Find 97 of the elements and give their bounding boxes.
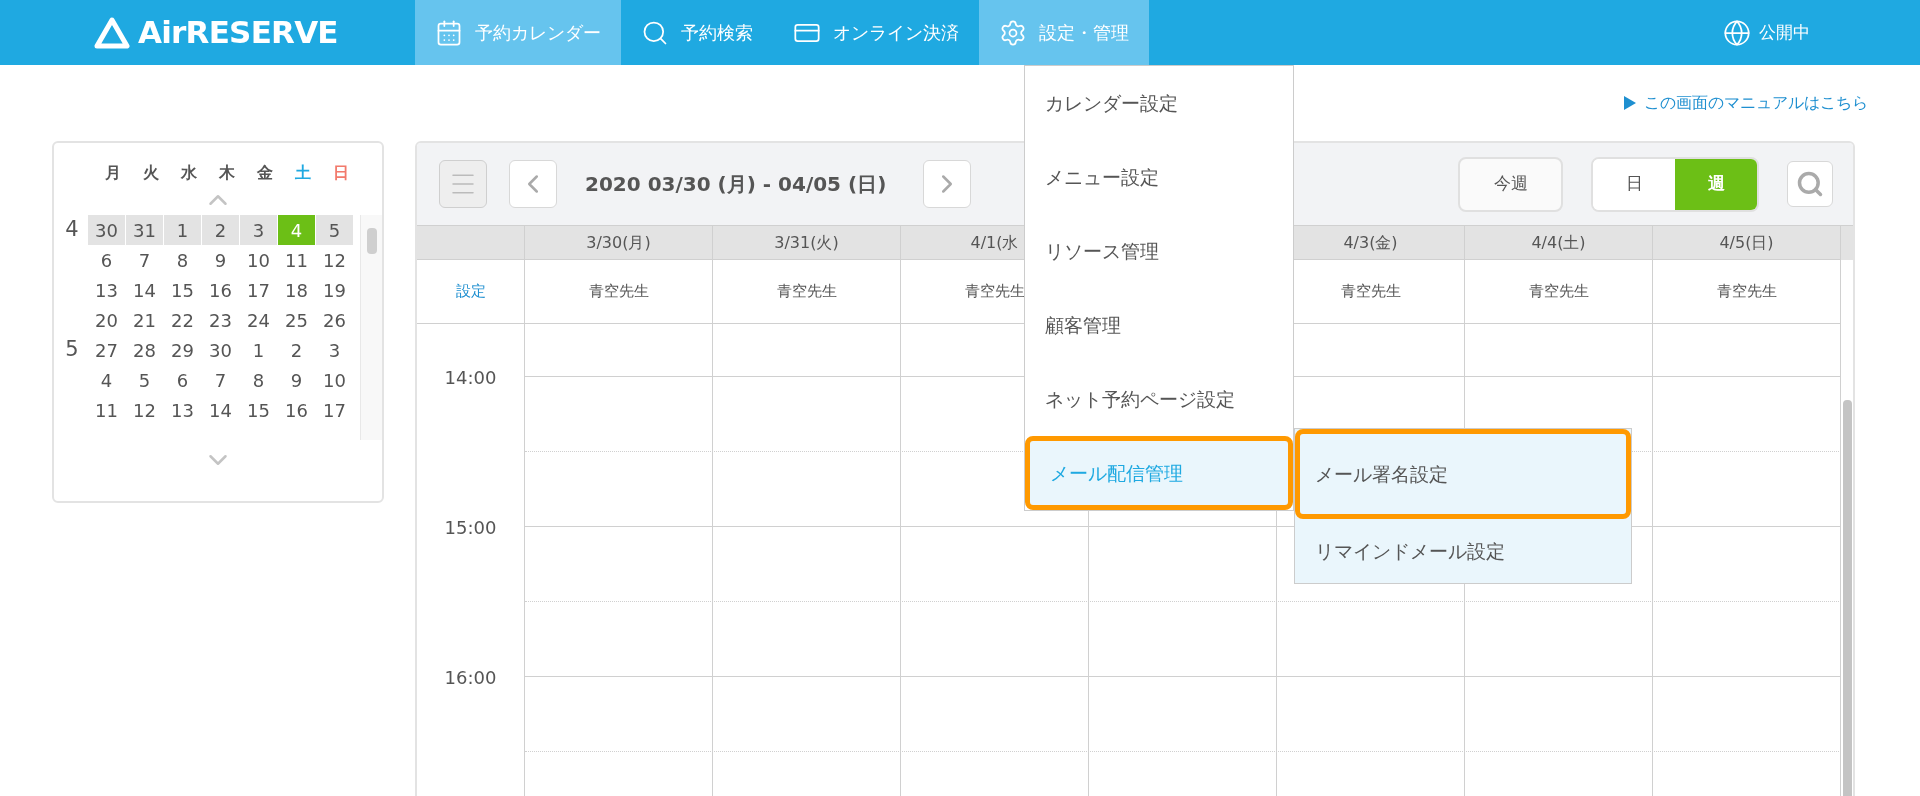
day-cell[interactable]: 12: [126, 395, 163, 425]
day-cell[interactable]: 7: [126, 245, 163, 275]
search-button[interactable]: [1787, 161, 1833, 207]
weekday-label: 月: [104, 162, 122, 184]
day-cell[interactable]: 20: [88, 305, 125, 335]
day-cell[interactable]: 27: [88, 335, 125, 365]
staff-name: 青空先生: [1340, 281, 1401, 303]
day-cell[interactable]: 13: [164, 395, 201, 425]
globe-icon: [1723, 18, 1751, 47]
settings-link[interactable]: 設定: [455, 280, 486, 303]
day-cell[interactable]: 8: [164, 245, 201, 275]
day-cell[interactable]: 16: [278, 395, 315, 425]
calendar-icon: [435, 18, 463, 47]
menu-item[interactable]: リマインドメール設定: [1295, 519, 1631, 583]
date-header: 4/1(水: [970, 231, 1019, 254]
day-cell[interactable]: 16: [202, 275, 239, 305]
day-cell[interactable]: 8: [240, 365, 277, 395]
logo-icon: [94, 16, 130, 49]
next-button[interactable]: [923, 160, 971, 208]
day-cell[interactable]: 12: [316, 245, 353, 275]
day-cell[interactable]: 25: [278, 305, 315, 335]
day-cell[interactable]: 9: [278, 365, 315, 395]
day-cell[interactable]: 18: [278, 275, 315, 305]
manual-link[interactable]: この画面のマニュアルはこちら: [1644, 91, 1868, 115]
menu-item[interactable]: リソース管理: [1025, 214, 1293, 288]
menu-item[interactable]: ネット予約ページ設定: [1025, 362, 1293, 436]
day-cell[interactable]: 2: [202, 215, 239, 245]
day-cell[interactable]: 2: [278, 335, 315, 365]
day-cell[interactable]: 13: [88, 275, 125, 305]
day-cell[interactable]: 30: [202, 335, 239, 365]
day-cell[interactable]: 6: [164, 365, 201, 395]
play-icon: [1624, 96, 1636, 110]
weekday-label: 日: [332, 162, 350, 184]
menu-button[interactable]: [439, 160, 487, 208]
day-cell[interactable]: 17: [316, 395, 353, 425]
staff-name: 青空先生: [588, 281, 649, 303]
day-cell[interactable]: 17: [240, 275, 277, 305]
day-cell[interactable]: 9: [202, 245, 239, 275]
month-label: 5: [65, 336, 79, 364]
weekday-label: 木: [218, 162, 236, 184]
day-cell[interactable]: 14: [202, 395, 239, 425]
day-cell[interactable]: 3: [316, 335, 353, 365]
day-cell[interactable]: 6: [88, 245, 125, 275]
settings-icon: [999, 18, 1027, 47]
day-cell[interactable]: 22: [164, 305, 201, 335]
month-label: 4: [65, 216, 79, 244]
day-cell[interactable]: 19: [316, 275, 353, 305]
day-cell[interactable]: 11: [88, 395, 125, 425]
search-icon: [1796, 170, 1824, 198]
day-cell[interactable]: 31: [126, 215, 163, 245]
day-cell[interactable]: 14: [126, 275, 163, 305]
previous-button[interactable]: [509, 160, 557, 208]
day-cell[interactable]: 23: [202, 305, 239, 335]
date-header: 3/30(月): [586, 231, 651, 254]
day-cell[interactable]: 10: [316, 365, 353, 395]
day-cell[interactable]: 21: [126, 305, 163, 335]
menu-item[interactable]: 顧客管理: [1025, 288, 1293, 362]
this-week-button[interactable]: 今週: [1458, 156, 1563, 212]
day-cell[interactable]: 3: [240, 215, 277, 245]
publish-status: 公開中: [1759, 20, 1810, 44]
day-cell[interactable]: 24: [240, 305, 277, 335]
day-cell[interactable]: 11: [278, 245, 315, 275]
staff-name: 青空先生: [964, 281, 1025, 303]
day-cell[interactable]: 15: [240, 395, 277, 425]
menu-item[interactable]: メール署名設定: [1295, 429, 1631, 519]
staff-name: 青空先生: [1716, 281, 1777, 303]
menu-item[interactable]: カレンダー設定: [1025, 66, 1293, 140]
day-cell[interactable]: 4: [88, 365, 125, 395]
day-cell[interactable]: 5: [126, 365, 163, 395]
day-cell[interactable]: 15: [164, 275, 201, 305]
weekday-label: 火: [142, 162, 160, 184]
day-cell[interactable]: 7: [202, 365, 239, 395]
weekday-label: 金: [256, 162, 274, 184]
weekday-label: 土: [294, 162, 312, 184]
day-cell[interactable]: 28: [126, 335, 163, 365]
day-cell[interactable]: 5: [316, 215, 353, 245]
date-header: 4/5(日): [1719, 231, 1774, 254]
weekday-label: 水: [180, 162, 198, 184]
day-cell[interactable]: 10: [240, 245, 277, 275]
time-label: 16:00: [444, 667, 497, 688]
scroll-thumb[interactable]: [1842, 400, 1852, 796]
scroll-thumb[interactable]: [366, 228, 377, 254]
day-cell[interactable]: 26: [316, 305, 353, 335]
date-header: 3/31(火): [774, 231, 839, 254]
date-header: 4/3(金): [1343, 231, 1398, 254]
time-label: 14:00: [444, 367, 497, 388]
staff-name: 青空先生: [1528, 281, 1589, 303]
menu-item[interactable]: メニュー設定: [1025, 140, 1293, 214]
day-cell[interactable]: 1: [164, 215, 201, 245]
day-cell[interactable]: 30: [88, 215, 125, 245]
staff-name: 青空先生: [776, 281, 837, 303]
date-header: 4/4(土): [1531, 231, 1586, 254]
time-label: 15:00: [444, 517, 497, 538]
day-cell[interactable]: 29: [164, 335, 201, 365]
date-range: 2020 03/30 (月) - 04/05 (日): [585, 171, 888, 198]
logo: AirRESERVE: [138, 17, 338, 48]
day-cell[interactable]: 1: [240, 335, 277, 365]
